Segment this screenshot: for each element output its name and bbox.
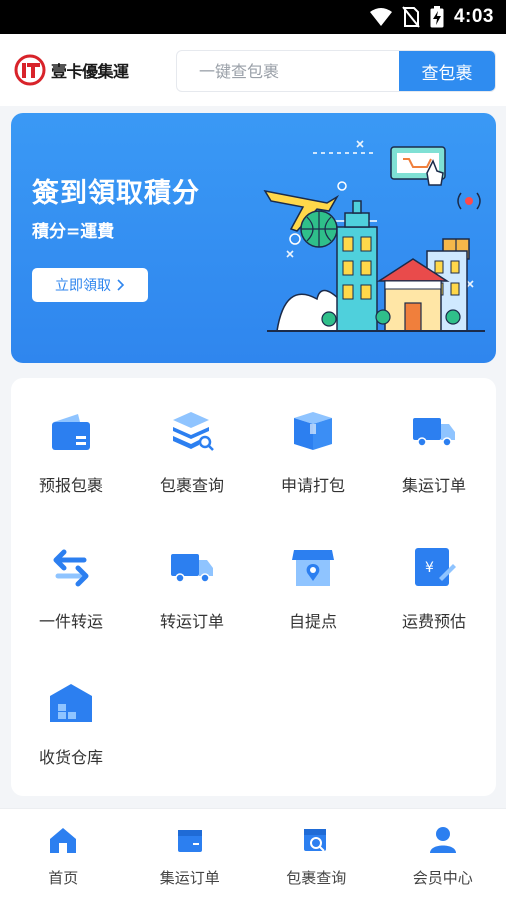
feature-label: 运费预估: [401, 612, 466, 631]
feature-label: 集运订单: [401, 476, 466, 495]
package-box-icon: [294, 412, 332, 450]
feature-label: 包裹查询: [159, 476, 224, 495]
feature-label: 转运订单: [159, 612, 224, 631]
truck-icon: [171, 554, 213, 583]
nav-label: 首页: [48, 869, 79, 887]
banner-subtitle: 積分=運費: [32, 222, 115, 242]
feature-grid: 预报包裹 包裹查询 申请打包 集运订单 一件转运 转运订单 自提点 ¥ 运费预估…: [11, 378, 496, 796]
search-box: 查包裹: [176, 50, 496, 92]
feature-label: 收货仓库: [38, 748, 103, 767]
status-bar: 4:03: [0, 0, 506, 34]
nav-parcel-search[interactable]: 包裹查询: [253, 809, 380, 900]
store-location-icon: [292, 550, 334, 586]
feature-parcel-search[interactable]: 包裹查询: [132, 378, 252, 498]
nav-member-center[interactable]: 会员中心: [380, 809, 506, 900]
parcel-search-icon: [304, 829, 327, 852]
feature-forecast-parcel[interactable]: 预报包裹: [11, 378, 131, 498]
search-button[interactable]: 查包裹: [399, 51, 495, 91]
feature-one-click-transfer[interactable]: 一件转运: [11, 514, 131, 634]
svg-text:¥: ¥: [425, 560, 434, 576]
nav-consolidation-orders[interactable]: 集运订单: [127, 809, 254, 900]
nav-home[interactable]: 首页: [0, 809, 127, 900]
parcel-search-icon: [173, 412, 214, 451]
app-logo: 壹卡優集運: [14, 54, 129, 86]
wifi-icon: [369, 8, 392, 26]
user-icon: [429, 827, 456, 853]
fee-estimate-icon: ¥: [415, 548, 456, 586]
home-icon: [50, 828, 77, 853]
status-time: 4:03: [453, 6, 494, 27]
feature-receiving-warehouse[interactable]: 收货仓库: [11, 650, 131, 770]
chevron-right-icon: [117, 279, 125, 291]
feature-consolidation-orders[interactable]: 集运订单: [374, 378, 494, 498]
nav-label: 集运订单: [159, 869, 220, 887]
app-header: 壹卡優集運 查包裹: [0, 34, 506, 106]
feature-pickup-point[interactable]: 自提点: [253, 514, 373, 634]
truck-icon: [413, 418, 455, 447]
feature-label: 自提点: [288, 612, 337, 631]
feature-label: 申请打包: [280, 476, 345, 495]
feature-transfer-orders[interactable]: 转运订单: [132, 514, 252, 634]
city-logistics-illustration: [263, 140, 485, 332]
search-input[interactable]: [177, 51, 399, 91]
logo-mark-icon: [14, 54, 46, 86]
no-sim-icon: [402, 6, 420, 28]
order-box-icon: [177, 830, 202, 852]
forecast-parcel-icon: [52, 414, 90, 450]
feature-fee-estimate[interactable]: ¥ 运费预估: [374, 514, 494, 634]
bottom-nav: 首页 集运订单 包裹查询 会员中心: [0, 808, 506, 900]
claim-now-label: 立即領取: [55, 278, 111, 294]
feature-label: 预报包裹: [38, 476, 103, 495]
logo-text: 壹卡優集運: [51, 62, 129, 81]
transfer-arrows-icon: [53, 549, 89, 587]
feature-apply-packing[interactable]: 申请打包: [253, 378, 373, 498]
checkin-banner[interactable]: 簽到領取積分 積分=運費 立即領取: [11, 113, 496, 363]
nav-label: 会员中心: [412, 869, 473, 887]
feature-label: 一件转运: [38, 612, 103, 631]
warehouse-icon: [50, 684, 92, 722]
banner-title: 簽到領取積分: [32, 178, 200, 209]
claim-now-button[interactable]: 立即領取: [32, 268, 148, 302]
battery-charging-icon: [430, 6, 444, 28]
nav-label: 包裹查询: [286, 869, 347, 887]
